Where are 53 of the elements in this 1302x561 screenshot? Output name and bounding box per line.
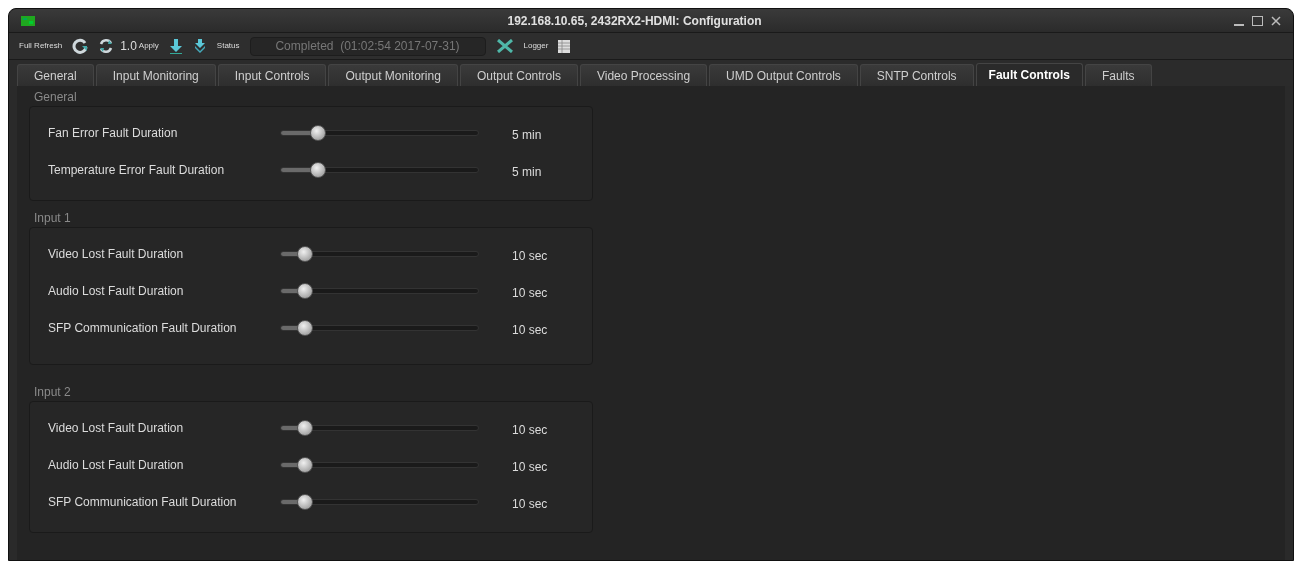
setting-label: Temperature Error Fault Duration (47, 161, 226, 179)
tab[interactable]: General (17, 64, 94, 86)
setting-value: 10 sec (512, 321, 548, 339)
tab[interactable]: SNTP Controls (859, 64, 974, 86)
tab[interactable]: Input Controls (217, 64, 327, 86)
maximize-icon[interactable] (1252, 15, 1263, 26)
download-arrow-icon[interactable] (168, 38, 183, 54)
setting-label: SFP Communication Fault Duration (47, 493, 238, 511)
slider-thumb[interactable] (296, 419, 313, 436)
window-title: 192.168.10.65, 2432RX2-HDMI: Configuration (507, 12, 762, 30)
slider-thumb[interactable] (296, 245, 313, 262)
version-text: 1.0 (120, 38, 137, 55)
tab[interactable]: Video Processing (579, 64, 708, 86)
setting-value: 10 sec (512, 421, 548, 439)
setting-value: 5 min (512, 126, 542, 144)
section-title: Input 2 (34, 384, 72, 401)
board-icon (21, 15, 35, 26)
setting-label: Fan Error Fault Duration (47, 124, 179, 142)
slider-thumb[interactable] (310, 161, 327, 178)
setting-label: Audio Lost Fault Duration (47, 456, 185, 474)
setting-label: Audio Lost Fault Duration (47, 282, 185, 300)
setting-value: 10 sec (512, 495, 548, 513)
tab[interactable]: UMD Output Controls (709, 64, 858, 86)
tab[interactable]: Output Controls (459, 64, 578, 86)
slider-thumb[interactable] (296, 282, 313, 299)
table-icon[interactable] (558, 39, 571, 53)
sync-icon[interactable] (98, 38, 115, 54)
refresh-icon[interactable] (72, 38, 89, 54)
slider-thumb[interactable] (296, 319, 313, 336)
status-field: Completed (01:02:54 2017-07-31) (249, 36, 486, 56)
tab[interactable]: Faults (1084, 64, 1152, 86)
section-title: Input 1 (34, 210, 72, 227)
slider-thumb[interactable] (310, 124, 327, 141)
setting-label: SFP Communication Fault Duration (47, 319, 238, 337)
download-double-arrow-icon[interactable] (192, 38, 207, 54)
x-icon[interactable] (495, 39, 514, 53)
setting-value: 10 sec (512, 458, 548, 476)
tab[interactable]: Input Monitoring (95, 64, 216, 86)
tab[interactable]: Output Monitoring (328, 64, 458, 86)
setting-value: 5 min (512, 163, 542, 181)
setting-label: Video Lost Fault Duration (47, 419, 185, 437)
setting-value: 10 sec (512, 284, 548, 302)
setting-label: Video Lost Fault Duration (47, 245, 185, 263)
status-label: Status (216, 40, 240, 52)
close-icon[interactable] (1271, 15, 1281, 26)
full-refresh-label: Full Refresh (19, 40, 63, 52)
apply-label: Apply (138, 40, 159, 52)
setting-value: 10 sec (512, 247, 548, 265)
section-title: General (34, 89, 78, 106)
slider-thumb[interactable] (296, 493, 313, 510)
tab[interactable]: Fault Controls (975, 63, 1083, 86)
logger-label: Logger (523, 40, 549, 52)
slider-thumb[interactable] (296, 456, 313, 473)
